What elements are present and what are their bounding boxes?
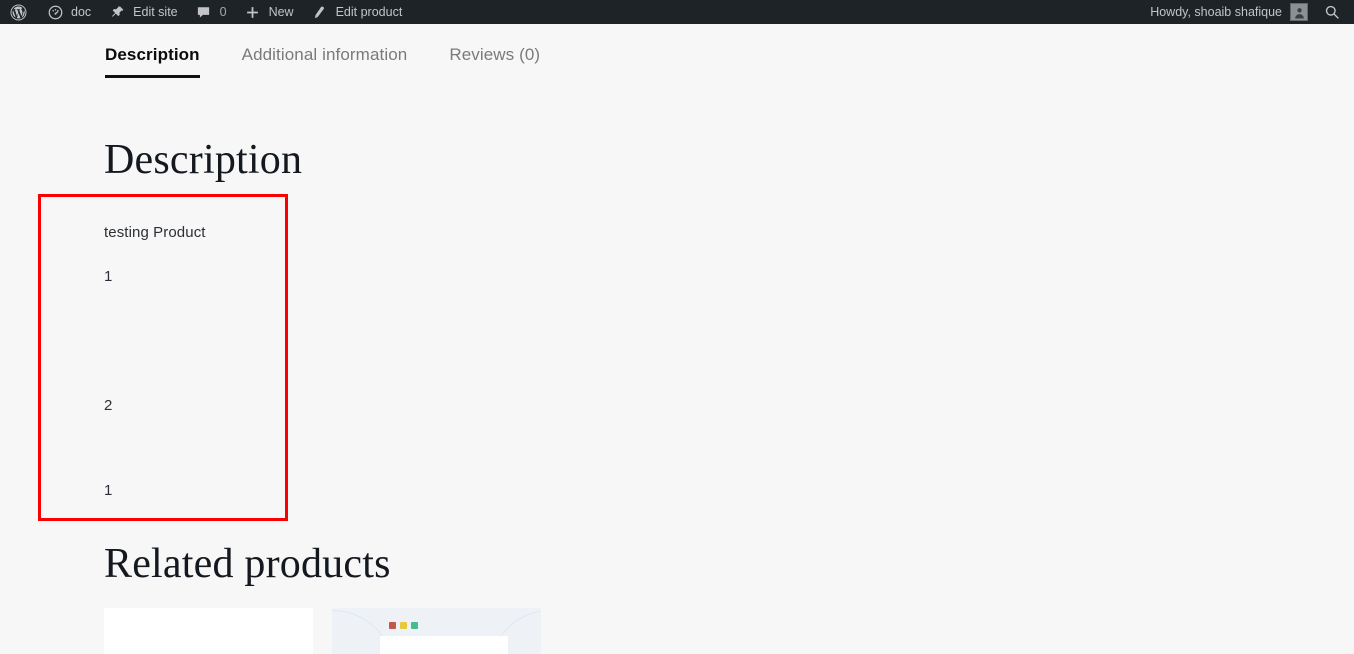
product-thumbnail [332, 608, 541, 654]
description-line-1: 1 [104, 268, 113, 285]
search-icon [1322, 2, 1342, 22]
admin-bar-right-group: Howdy, shoaib shafique [1140, 0, 1354, 24]
related-products-heading: Related products [104, 541, 391, 587]
related-product-card[interactable] [332, 608, 541, 654]
pencil-icon [310, 2, 330, 22]
plus-icon [243, 2, 263, 22]
tab-reviews[interactable]: Reviews (0) [449, 45, 540, 78]
comment-bubble-icon [194, 2, 214, 22]
admin-bar-new-label: New [268, 5, 294, 19]
admin-bar-account-menu[interactable]: Howdy, shoaib shafique [1140, 0, 1314, 24]
admin-bar-edit-site-label: Edit site [133, 5, 178, 19]
wp-admin-bar: doc Edit site 0 New Edit product Howdy, … [0, 0, 1354, 24]
description-heading: Description [104, 137, 303, 183]
admin-bar-item-site-name[interactable]: doc [37, 0, 99, 24]
wordpress-logo-icon [8, 2, 28, 22]
admin-bar-item-new[interactable]: New [235, 0, 302, 24]
description-product-title: testing Product [104, 224, 206, 241]
admin-bar-item-comments[interactable]: 0 [186, 0, 235, 24]
wordpress-logo-button[interactable] [0, 0, 37, 24]
tab-additional-information[interactable]: Additional information [242, 45, 408, 78]
product-page-content: Description Additional information Revie… [0, 24, 1354, 654]
dot-yellow-icon [400, 622, 407, 629]
description-line-3: 1 [104, 482, 113, 499]
mock-window-panel [380, 636, 508, 654]
tab-description[interactable]: Description [105, 45, 200, 78]
admin-bar-comment-count: 0 [219, 5, 227, 19]
product-thumbnail [104, 608, 313, 654]
product-tabs: Description Additional information Revie… [105, 45, 582, 78]
description-line-2: 2 [104, 397, 113, 414]
admin-bar-item-edit-product[interactable]: Edit product [302, 0, 411, 24]
dashboard-speedometer-icon [45, 2, 65, 22]
admin-bar-item-edit-site[interactable]: Edit site [99, 0, 185, 24]
admin-bar-search-button[interactable] [1314, 0, 1354, 24]
related-products-grid [104, 608, 560, 654]
pushpin-icon [107, 2, 127, 22]
red-annotation-rectangle [38, 194, 288, 521]
related-product-card[interactable] [104, 608, 313, 654]
admin-bar-left-group: doc Edit site 0 New Edit product [0, 0, 410, 24]
window-controls-dots [389, 622, 418, 629]
dot-green-icon [411, 622, 418, 629]
admin-bar-greeting-label: Howdy, shoaib shafique [1150, 5, 1282, 19]
admin-bar-site-name-label: doc [71, 5, 92, 19]
user-avatar-icon [1290, 3, 1308, 21]
admin-bar-edit-product-label: Edit product [335, 5, 403, 19]
dot-red-icon [389, 622, 396, 629]
